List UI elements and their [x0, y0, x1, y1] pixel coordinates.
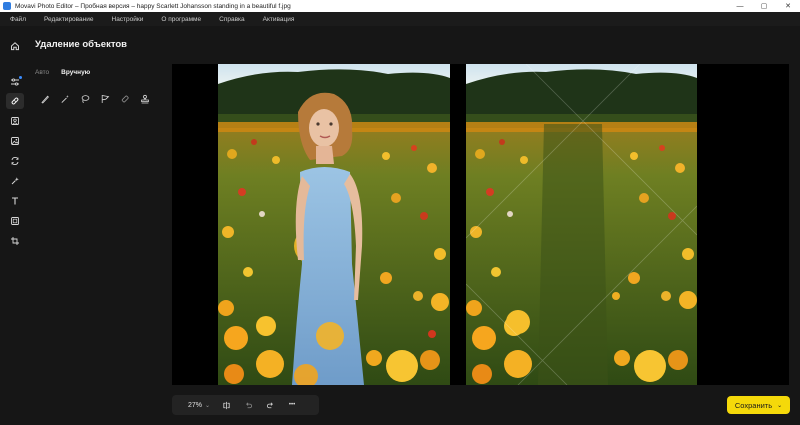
- replace-background-button[interactable]: [6, 153, 24, 169]
- lasso-icon: [81, 95, 90, 104]
- chevron-down-icon: ⌄: [777, 402, 783, 409]
- menu-activation[interactable]: Активация: [263, 16, 295, 23]
- redo-button[interactable]: [264, 399, 276, 411]
- menu-edit[interactable]: Редактирование: [44, 16, 94, 23]
- tool-rail: [0, 26, 30, 425]
- close-button[interactable]: ✕: [776, 0, 800, 12]
- menu-bar: Файл Редактирование Настройки О программ…: [0, 12, 800, 26]
- undo-button[interactable]: [242, 399, 254, 411]
- tab-manual[interactable]: Вручную: [61, 69, 90, 76]
- lasso-tool[interactable]: [79, 93, 91, 105]
- frames-button[interactable]: [6, 213, 24, 229]
- menu-file[interactable]: Файл: [10, 16, 26, 23]
- undo-icon: [245, 402, 252, 408]
- tab-auto[interactable]: Авто: [35, 69, 49, 76]
- portrait-icon: [11, 117, 19, 125]
- minimize-button[interactable]: —: [728, 0, 752, 12]
- effects-icon: [11, 177, 19, 185]
- panel-title: Удаление объектов: [35, 39, 127, 50]
- replace-background-icon: [11, 157, 19, 165]
- stamp-icon: [141, 94, 149, 104]
- magic-wand-icon: [61, 95, 69, 103]
- stamp-tool[interactable]: [139, 93, 151, 105]
- home-button[interactable]: [6, 38, 24, 54]
- effects-button[interactable]: [6, 173, 24, 189]
- home-icon: [11, 42, 19, 51]
- redo-icon: [266, 402, 273, 408]
- maximize-button[interactable]: ▢: [752, 0, 776, 12]
- save-button[interactable]: Сохранить ⌄: [727, 396, 790, 414]
- menu-help[interactable]: Справка: [219, 16, 245, 23]
- flag-icon: [101, 95, 110, 103]
- crop-icon: [11, 237, 19, 245]
- title-bar: Movavi Photo Editor – Пробная версия – h…: [0, 0, 800, 12]
- view-toolbar: 27% ⌄ •••: [172, 395, 319, 415]
- brush-icon: [41, 95, 49, 104]
- more-button[interactable]: •••: [286, 399, 298, 411]
- brush-tool[interactable]: [39, 93, 51, 105]
- zoom-value: 27%: [188, 401, 203, 409]
- menu-settings[interactable]: Настройки: [112, 16, 144, 23]
- crop-button[interactable]: [6, 233, 24, 249]
- zoom-select[interactable]: 27% ⌄: [188, 402, 210, 409]
- save-button-label: Сохранить: [734, 400, 773, 410]
- object-removal-icon: [11, 97, 19, 105]
- compare-icon: [222, 401, 230, 409]
- chevron-down-icon: ⌄: [205, 402, 211, 409]
- adjust-button[interactable]: [6, 74, 24, 90]
- result-photo: [466, 64, 697, 385]
- polygon-lasso-tool[interactable]: [99, 93, 111, 105]
- portrait-button[interactable]: [6, 113, 24, 129]
- text-button[interactable]: [6, 193, 24, 209]
- eraser-icon: [121, 95, 129, 103]
- window-controls: — ▢ ✕: [728, 0, 800, 12]
- text-icon: [12, 197, 18, 205]
- notification-dot: [19, 76, 22, 79]
- object-removal-panel: Удаление объектов Авто Вручную: [30, 26, 170, 425]
- window-title: Movavi Photo Editor – Пробная версия – h…: [15, 2, 291, 10]
- eraser-tool[interactable]: [119, 93, 131, 105]
- image-button[interactable]: [6, 133, 24, 149]
- frames-icon: [11, 217, 19, 225]
- object-removal-button[interactable]: [6, 93, 24, 109]
- app-logo-icon: [3, 2, 11, 10]
- more-icon: •••: [288, 402, 296, 408]
- mode-tabs: Авто Вручную: [35, 69, 102, 76]
- original-photo: [218, 64, 450, 385]
- menu-about[interactable]: О программе: [161, 16, 201, 23]
- image-canvas[interactable]: [172, 64, 789, 385]
- image-icon: [11, 137, 19, 145]
- magic-wand-tool[interactable]: [59, 93, 71, 105]
- compare-button[interactable]: [220, 399, 232, 411]
- removal-tools: [39, 93, 159, 105]
